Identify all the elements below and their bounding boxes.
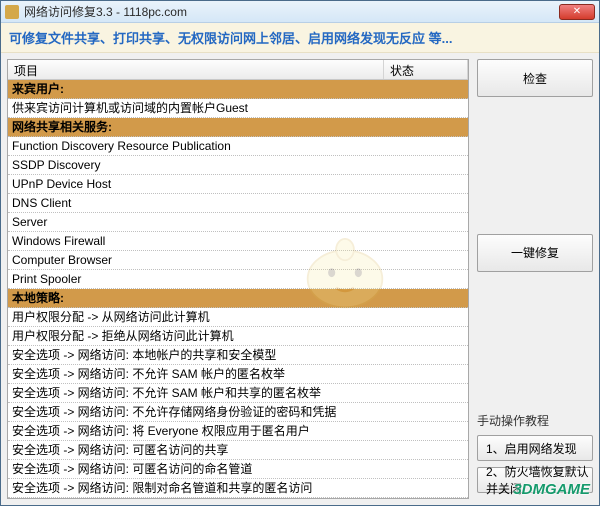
step1-button[interactable]: 1、启用网络发现: [477, 435, 593, 461]
window-title: 网络访问修复3.3 - 1118pc.com: [24, 3, 559, 20]
list-item[interactable]: 安全选项 -> 网络访问: 限制对命名管道和共享的匿名访问: [8, 479, 468, 498]
items-panel: 项目 状态 来宾用户:供来宾访问计算机或访问域的内置帐户Guest网络共享相关服…: [7, 59, 469, 499]
list-item[interactable]: Print Spooler: [8, 270, 468, 289]
list-item[interactable]: 安全选项 -> 网络访问: 不允许 SAM 帐户的匿名枚举: [8, 365, 468, 384]
side-panel: 检查 一键修复 手动操作教程 1、启用网络发现 2、防火墙恢复默认并关闭: [477, 59, 593, 499]
title-bar: 网络访问修复3.3 - 1118pc.com ✕: [1, 1, 599, 23]
list-item[interactable]: Windows Firewall: [8, 232, 468, 251]
main-body: 项目 状态 来宾用户:供来宾访问计算机或访问域的内置帐户Guest网络共享相关服…: [1, 53, 599, 505]
app-icon: [5, 5, 19, 19]
items-list[interactable]: 来宾用户:供来宾访问计算机或访问域的内置帐户Guest网络共享相关服务:Func…: [8, 80, 468, 498]
list-item[interactable]: UPnP Device Host: [8, 175, 468, 194]
site-watermark: 3DMGAME: [513, 481, 590, 498]
check-button[interactable]: 检查: [477, 59, 593, 97]
group-header: 本地策略:: [8, 289, 468, 308]
list-item[interactable]: 用户权限分配 -> 从网络访问此计算机: [8, 308, 468, 327]
list-item[interactable]: 安全选项 -> 网络访问: 本地帐户的共享和安全模型: [8, 346, 468, 365]
list-item[interactable]: 安全选项 -> 网络访问: 将 Everyone 权限应用于匿名用户: [8, 422, 468, 441]
col-status: 状态: [384, 60, 468, 79]
close-button[interactable]: ✕: [559, 4, 595, 20]
list-item[interactable]: Computer Browser: [8, 251, 468, 270]
list-item[interactable]: 安全选项 -> 网络访问: 可匿名访问的共享: [8, 441, 468, 460]
description-banner: 可修复文件共享、打印共享、无权限访问网上邻居、启用网络发现无反应 等...: [1, 23, 599, 53]
group-header: 网络共享相关服务:: [8, 118, 468, 137]
list-item[interactable]: 安全选项 -> 网络访问: 不允许 SAM 帐户和共享的匿名枚举: [8, 384, 468, 403]
app-window: 网络访问修复3.3 - 1118pc.com ✕ 可修复文件共享、打印共享、无权…: [0, 0, 600, 506]
list-item[interactable]: SSDP Discovery: [8, 156, 468, 175]
guide-label: 手动操作教程: [477, 412, 593, 429]
list-item[interactable]: Server: [8, 213, 468, 232]
list-item[interactable]: Function Discovery Resource Publication: [8, 137, 468, 156]
repair-button[interactable]: 一键修复: [477, 234, 593, 272]
column-header: 项目 状态: [8, 60, 468, 80]
list-item[interactable]: DNS Client: [8, 194, 468, 213]
list-item[interactable]: 安全选项 -> 网络访问: 可匿名访问的命名管道: [8, 460, 468, 479]
list-item[interactable]: 用户权限分配 -> 拒绝从网络访问此计算机: [8, 327, 468, 346]
list-item[interactable]: 安全选项 -> 网络访问: 不允许存储网络身份验证的密码和凭据: [8, 403, 468, 422]
col-item: 项目: [8, 60, 384, 79]
group-header: 来宾用户:: [8, 80, 468, 99]
list-item[interactable]: 供来宾访问计算机或访问域的内置帐户Guest: [8, 99, 468, 118]
